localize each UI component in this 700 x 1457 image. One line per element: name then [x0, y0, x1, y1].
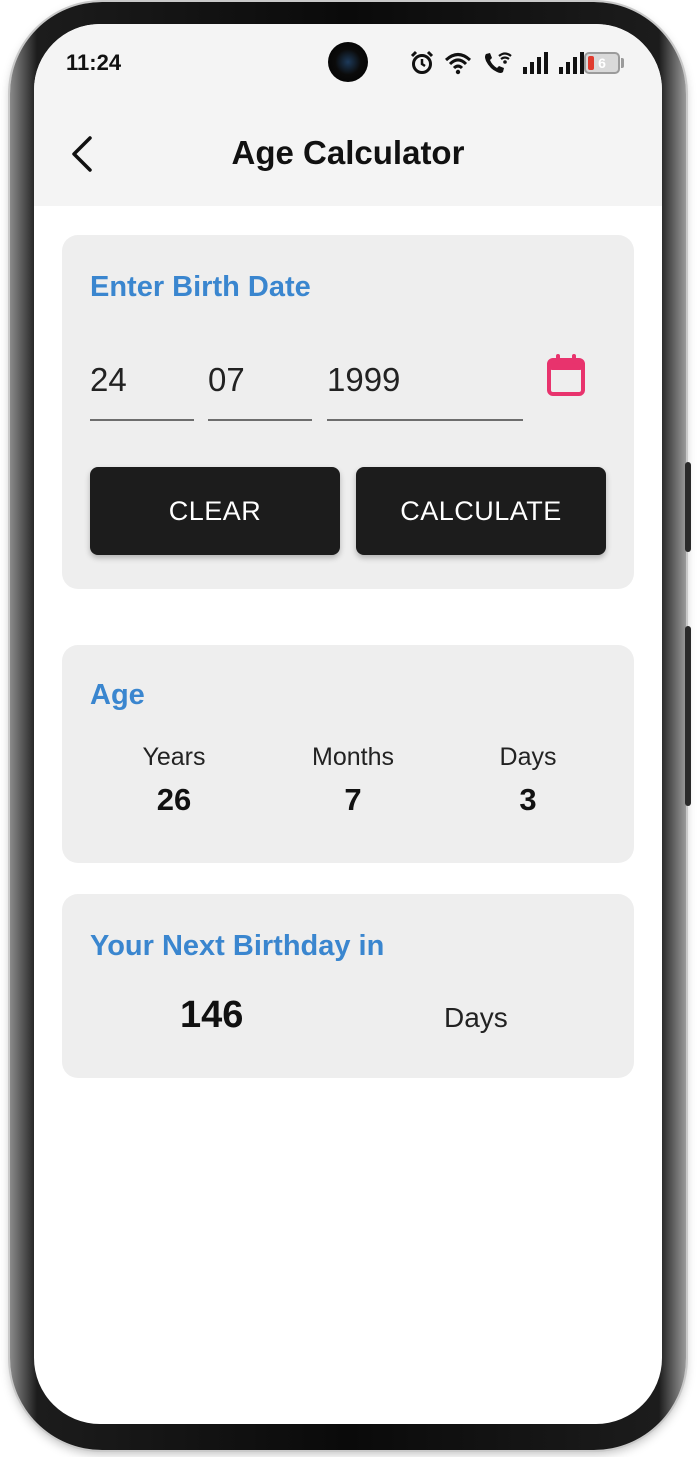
battery-icon: 6	[584, 52, 620, 74]
day-field[interactable]: 24	[90, 353, 194, 421]
months-column: Months 7	[278, 743, 428, 818]
power-button	[685, 626, 691, 806]
months-label: Months	[312, 743, 394, 771]
next-birthday-unit: Days	[444, 1002, 508, 1033]
volume-button	[685, 462, 691, 552]
screen: 11:24 6 Age Calculator Enter Birth Date …	[34, 24, 662, 1424]
month-field[interactable]: 07	[208, 353, 312, 421]
years-value: 26	[156, 782, 192, 817]
next-birthday-days-value: 146	[180, 994, 244, 1036]
month-value: 07	[208, 361, 245, 398]
years-label: Years	[142, 743, 206, 771]
year-field[interactable]: 1999	[327, 353, 523, 421]
clear-button[interactable]: CLEAR	[90, 467, 340, 555]
front-camera	[328, 42, 368, 82]
wifi-icon	[444, 53, 472, 75]
calendar-icon[interactable]	[546, 353, 586, 397]
status-bar: 11:24 6	[34, 24, 662, 104]
page-title: Age Calculator	[231, 134, 465, 171]
calculate-button[interactable]: CALCULATE	[356, 467, 606, 555]
signal-icon	[523, 52, 548, 74]
battery-level: 6	[598, 55, 606, 71]
age-title: Age	[90, 679, 145, 711]
status-time: 11:24	[66, 50, 122, 75]
age-card: Age Years 26 Months 7 Days 3	[62, 645, 634, 863]
app-bar: Age Calculator	[34, 104, 662, 206]
signal-icon	[559, 52, 584, 74]
next-birthday-card: Your Next Birthday in 146 Days	[62, 894, 634, 1078]
battery-tip	[621, 58, 624, 68]
birth-date-card: Enter Birth Date 24 07 1999 CLEAR CALCUL…	[62, 235, 634, 589]
year-value: 1999	[327, 361, 401, 398]
days-label: Days	[499, 743, 557, 771]
status-icons	[410, 48, 584, 78]
day-value: 24	[90, 361, 127, 398]
months-value: 7	[344, 782, 362, 817]
years-column: Years 26	[99, 743, 249, 818]
days-column: Days 3	[453, 743, 603, 818]
next-birthday-title: Your Next Birthday in	[90, 930, 385, 962]
wifi-calling-icon	[485, 52, 512, 73]
birth-date-title: Enter Birth Date	[90, 271, 311, 303]
alarm-icon	[410, 50, 434, 74]
days-value: 3	[519, 782, 537, 817]
